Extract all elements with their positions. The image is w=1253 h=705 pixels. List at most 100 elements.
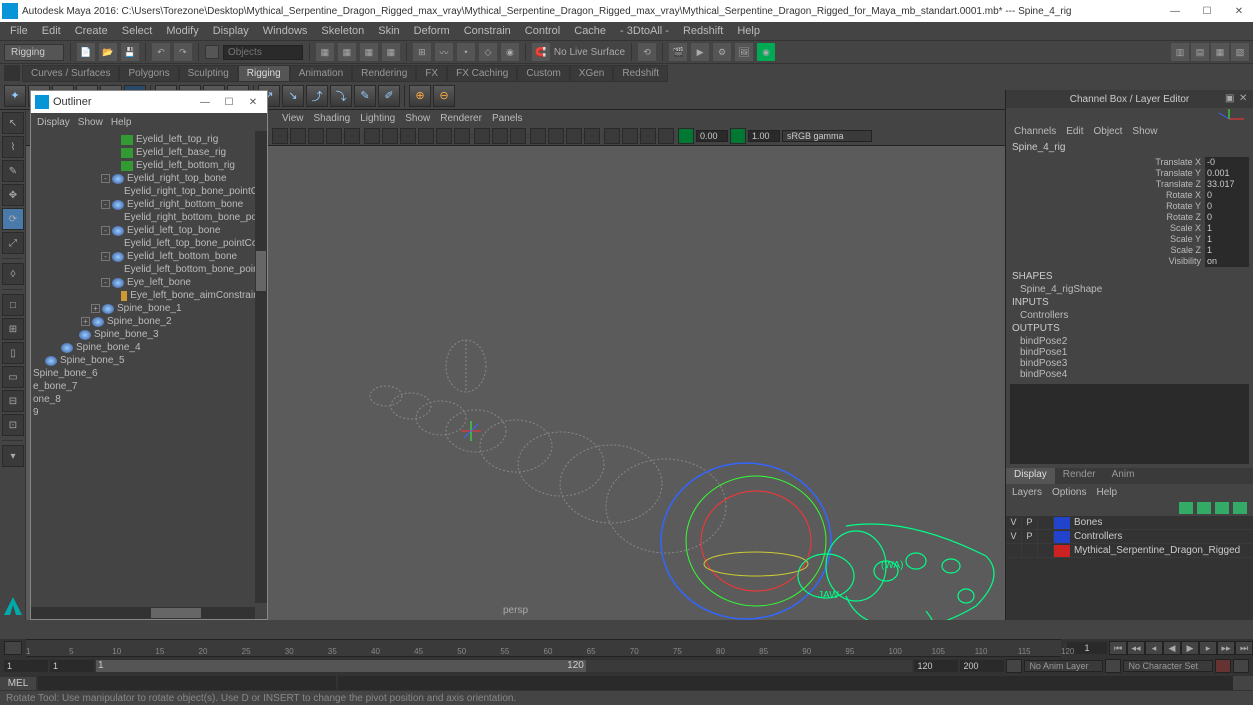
goto-start-button[interactable]: ⏮ [1109,641,1127,655]
expand-tool[interactable]: ▾ [2,445,24,467]
last-tool[interactable]: ◊ [2,263,24,285]
shelf-icon[interactable]: ⤴ [306,85,328,107]
attr-value[interactable]: 1 [1205,245,1249,256]
layer-color-swatch[interactable] [1054,531,1070,543]
outliner-node[interactable]: Spine_bone_6 [31,367,267,380]
exposure-field[interactable]: 0.00 [696,130,728,142]
two-pane-v-icon[interactable]: ▯ [2,342,24,364]
layer-type-toggle[interactable] [1038,517,1054,529]
layer-visibility-toggle[interactable]: V [1006,531,1022,543]
paint-select-tool[interactable]: ✎ [2,160,24,182]
exposure-icon[interactable] [678,128,694,144]
attr-value[interactable]: 1 [1205,234,1249,245]
range-lock-icon[interactable] [1006,659,1022,673]
outliner-node[interactable]: Eyelid_left_bottom_rig [31,159,267,172]
tab-polygons[interactable]: Polygons [119,65,178,82]
sel-mask-icon-2[interactable]: ▦ [338,43,356,61]
display-layer[interactable]: VPBones [1006,516,1253,530]
vmenu-panels[interactable]: Panels [492,113,523,124]
attr-value[interactable]: 0 [1205,201,1249,212]
sel-mask-icon-4[interactable]: ▦ [382,43,400,61]
outliner-node[interactable]: Spine_bone_5 [31,354,267,367]
cb-output-item[interactable]: bindPose3 [1006,358,1253,369]
layer-type-toggle[interactable] [1038,545,1054,557]
layout-icon[interactable]: ⊡ [2,414,24,436]
cb-popout-icon[interactable]: ▣ [1225,93,1237,105]
tab-animation[interactable]: Animation [290,65,352,82]
shelf-icon[interactable]: ↘ [282,85,304,107]
menu-cache[interactable]: Cache [568,25,612,37]
layer-menu-help[interactable]: Help [1096,487,1117,498]
vp-icon[interactable] [530,128,546,144]
undo-icon[interactable]: ↶ [152,43,170,61]
outliner-node[interactable]: -Eyelid_left_bottom_bone [31,250,267,263]
colorspace-dropdown[interactable]: sRGB gamma [782,130,872,142]
menu-skin[interactable]: Skin [372,25,405,37]
vmenu-renderer[interactable]: Renderer [440,113,482,124]
gamma-icon[interactable] [730,128,746,144]
expand-toggle[interactable]: - [101,200,110,209]
shelf-icon[interactable]: ✎ [354,85,376,107]
expand-toggle[interactable]: - [101,252,110,261]
snap-grid-icon[interactable]: ⊞ [413,43,431,61]
vp-icon[interactable] [474,128,490,144]
shelf-icon[interactable]: ⤵ [330,85,352,107]
outliner-node[interactable]: -Eye_left_bone [31,276,267,289]
expand-toggle[interactable]: + [81,317,90,326]
outliner-scrollbar-v[interactable] [255,131,267,603]
step-back-button[interactable]: ◂ [1145,641,1163,655]
layer-menu-options[interactable]: Options [1052,487,1086,498]
display-layer[interactable]: VPControllers [1006,530,1253,544]
four-pane-icon[interactable]: ⊞ [2,318,24,340]
cmd-language-label[interactable]: MEL [0,677,36,690]
menu-redshift[interactable]: Redshift [677,25,729,37]
attr-value[interactable]: on [1205,256,1249,267]
two-pane-h-icon[interactable]: ▭ [2,366,24,388]
layer-menu-layers[interactable]: Layers [1012,487,1042,498]
minimize-button[interactable]: — [1163,3,1187,19]
channelbox-object-name[interactable]: Spine_4_rig [1006,140,1253,155]
attr-value[interactable]: 0 [1205,212,1249,223]
shelf-icon[interactable]: ✦ [4,85,26,107]
snap-point-icon[interactable]: • [457,43,475,61]
outliner-menu-show[interactable]: Show [78,117,103,128]
toggle-toolsettings-icon[interactable]: ▤ [1191,43,1209,61]
layer-visibility-toggle[interactable] [1006,545,1022,557]
outliner-node[interactable]: +Spine_bone_2 [31,315,267,328]
outliner-minimize[interactable]: — [195,97,215,108]
outliner-node[interactable]: 9 [31,406,267,419]
menu-3dtoall[interactable]: - 3DtoAll - [614,25,675,37]
outliner-titlebar[interactable]: Outliner — ☐ ✕ [31,91,267,113]
vp-icon[interactable] [400,128,416,144]
tab-rendering[interactable]: Rendering [352,65,416,82]
vp-icon[interactable] [658,128,674,144]
save-scene-icon[interactable]: 💾 [121,43,139,61]
menu-edit[interactable]: Edit [36,25,67,37]
outliner-node[interactable]: -Eyelid_left_top_bone [31,224,267,237]
menu-skeleton[interactable]: Skeleton [315,25,370,37]
vp-icon[interactable] [604,128,620,144]
construction-history-icon[interactable]: ⟲ [638,43,656,61]
layertab-anim[interactable]: Anim [1104,468,1143,484]
toggle-modeling-icon[interactable]: ▧ [1231,43,1249,61]
outliner-node[interactable]: e_bone_7 [31,380,267,393]
layer-color-swatch[interactable] [1054,545,1070,557]
shelf-menu-icon[interactable] [4,65,20,81]
vp-icon[interactable] [640,128,656,144]
script-editor-button[interactable] [1233,676,1253,690]
outliner-node[interactable]: one_8 [31,393,267,406]
vp-icon[interactable] [326,128,342,144]
outliner-node[interactable]: -Eyelid_right_top_bone [31,172,267,185]
attr-value[interactable]: 0.001 [1205,168,1249,179]
layer-icon[interactable] [1179,502,1193,514]
playback-end-field[interactable]: 120 [914,660,958,672]
make-live-icon[interactable]: 🧲 [532,43,550,61]
cmd-input[interactable] [38,676,336,690]
single-pane-icon[interactable]: □ [2,294,24,316]
cb-output-item[interactable]: bindPose2 [1006,336,1253,347]
cb-output-item[interactable]: bindPose4 [1006,369,1253,380]
tab-fxcaching[interactable]: FX Caching [447,65,517,82]
render-settings-icon[interactable]: ⚙ [713,43,731,61]
shelf-icon[interactable]: ⊖ [433,85,455,107]
goto-end-button[interactable]: ⏭ [1235,641,1253,655]
